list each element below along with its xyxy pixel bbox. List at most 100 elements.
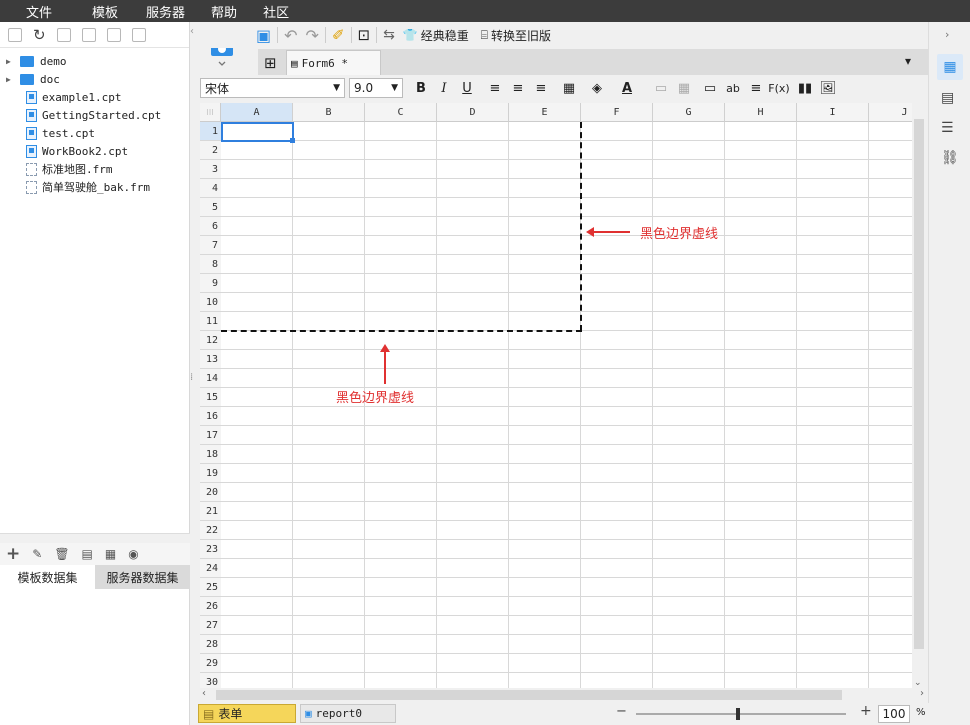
tab-menu-icon[interactable]: ▾ (905, 54, 911, 68)
select-all-corner[interactable]: ⁝⁝⁝ (200, 103, 221, 122)
row-header-16[interactable]: 16 (200, 407, 221, 426)
save-icon[interactable]: ▣ (256, 26, 271, 45)
align-center-icon[interactable]: ≡ (508, 78, 528, 98)
tree-item-test[interactable]: test.cpt (0, 124, 189, 142)
tab-template-dataset[interactable]: 模板数据集 (0, 565, 95, 589)
settings-icon[interactable] (81, 27, 96, 42)
column-header-A[interactable]: A (221, 103, 293, 122)
row-header-7[interactable]: 7 (200, 236, 221, 255)
italic-button[interactable]: I (434, 78, 454, 98)
column-header-F[interactable]: F (581, 103, 653, 122)
scroll-left-icon[interactable]: ‹ (202, 688, 206, 699)
column-header-E[interactable]: E (509, 103, 581, 122)
zoom-input[interactable]: 100 (878, 705, 910, 723)
delete-icon[interactable] (106, 27, 121, 42)
cell-element-icon[interactable]: ▦ (937, 54, 963, 80)
switch-icon[interactable]: ⇆ (383, 27, 395, 43)
font-family-select[interactable]: 宋体 ▼ (200, 78, 345, 98)
menu-community[interactable]: 社区 (263, 2, 289, 21)
add-dataset-icon[interactable]: + (6, 544, 20, 564)
format-painter-icon[interactable]: ✐ (332, 26, 345, 44)
column-header-G[interactable]: G (653, 103, 725, 122)
row-header-15[interactable]: 15 (200, 388, 221, 407)
row-header-23[interactable]: 23 (200, 540, 221, 559)
row-header-11[interactable]: 11 (200, 312, 221, 331)
menu-file[interactable]: 文件 (26, 2, 52, 21)
delete-icon[interactable]: 🗑 (54, 547, 69, 561)
scrollbar-thumb[interactable] (914, 119, 924, 649)
column-header-H[interactable]: H (725, 103, 797, 122)
tree-item-gettingstarted[interactable]: GettingStarted.cpt (0, 106, 189, 124)
row-header-27[interactable]: 27 (200, 616, 221, 635)
row-header-9[interactable]: 9 (200, 274, 221, 293)
widget-setting-icon[interactable]: ☰ (941, 120, 954, 136)
zoom-in-icon[interactable]: + (860, 703, 872, 719)
cell-attribute-icon[interactable]: ▤ (941, 90, 954, 106)
row-header-5[interactable]: 5 (200, 198, 221, 217)
sheet-tab-report0[interactable]: ▣ report0 (300, 704, 396, 723)
row-header-19[interactable]: 19 (200, 464, 221, 483)
dataset-icon[interactable]: ▦ (105, 547, 116, 561)
row-header-24[interactable]: 24 (200, 559, 221, 578)
undo-icon[interactable]: ↶ (284, 26, 297, 45)
align-right-icon[interactable]: ≡ (531, 78, 551, 98)
sheet-tab-form[interactable]: ▤ 表单 (198, 704, 296, 723)
edit-icon[interactable]: ✎ (32, 547, 42, 561)
bold-button[interactable]: B (411, 78, 431, 98)
row-header-22[interactable]: 22 (200, 521, 221, 540)
preview-icon[interactable]: ▤ (82, 547, 93, 561)
font-color-icon[interactable]: A (617, 78, 637, 98)
align-left-icon[interactable]: ≡ (485, 78, 505, 98)
horizontal-scrollbar[interactable]: ‹ › (200, 688, 926, 702)
row-header-29[interactable]: 29 (200, 654, 221, 673)
menu-template[interactable]: 模板 (92, 2, 118, 21)
row-header-17[interactable]: 17 (200, 426, 221, 445)
server-dataset-icon[interactable]: ◉ (128, 547, 138, 561)
rich-text-icon[interactable]: ≡ (746, 78, 766, 98)
row-header-13[interactable]: 13 (200, 350, 221, 369)
formula-icon[interactable]: F(x) (768, 78, 789, 98)
row-header-4[interactable]: 4 (200, 179, 221, 198)
underline-button[interactable]: U (457, 78, 477, 98)
text-icon[interactable]: ab (723, 78, 743, 98)
unmerge-cells-icon[interactable]: ▦ (674, 78, 694, 98)
zoom-out-icon[interactable]: − (616, 704, 627, 719)
open-icon[interactable] (56, 27, 71, 42)
row-header-14[interactable]: 14 (200, 369, 221, 388)
border-icon[interactable]: ▦ (559, 78, 579, 98)
row-header-28[interactable]: 28 (200, 635, 221, 654)
row-header-30[interactable]: 30 (200, 673, 221, 688)
splitter-handle-icon[interactable]: ‹ (190, 26, 196, 37)
tree-item-demo[interactable]: ▶ demo (0, 52, 189, 70)
tab-server-dataset[interactable]: 服务器数据集 (95, 565, 190, 589)
column-header-I[interactable]: I (797, 103, 869, 122)
tree-item-doc[interactable]: ▶ doc (0, 70, 189, 88)
expand-arrow-icon[interactable]: ▶ (6, 75, 14, 84)
column-header-D[interactable]: D (437, 103, 509, 122)
expand-arrow-icon[interactable]: ▶ (6, 57, 14, 66)
fill-handle[interactable] (290, 138, 295, 143)
expand-right-icon[interactable]: › (945, 28, 949, 41)
font-size-select[interactable]: 9.0 ▼ (349, 78, 403, 98)
selected-cell-a1[interactable] (221, 122, 294, 142)
refresh-icon[interactable]: ↻ (33, 26, 46, 44)
fill-color-icon[interactable]: ◈ (587, 78, 607, 98)
row-header-18[interactable]: 18 (200, 445, 221, 464)
row-header-26[interactable]: 26 (200, 597, 221, 616)
row-header-8[interactable]: 8 (200, 255, 221, 274)
column-header-J[interactable]: J (869, 103, 912, 122)
scroll-down-icon[interactable]: ⌄ (914, 678, 922, 688)
row-header-20[interactable]: 20 (200, 483, 221, 502)
scroll-right-icon[interactable]: › (920, 688, 924, 699)
column-header-B[interactable]: B (293, 103, 365, 122)
tree-item-workbook2[interactable]: WorkBook2.cpt (0, 142, 189, 160)
tab-form6[interactable]: ▤ Form6 * (286, 50, 381, 75)
template-params-icon[interactable]: ⊡ (358, 26, 371, 44)
splitter-dots-icon[interactable]: ⁞ (190, 372, 196, 383)
column-header-C[interactable]: C (365, 103, 437, 122)
row-header-2[interactable]: 2 (200, 141, 221, 160)
classic-theme-button[interactable]: 👕 经典稳重 (403, 27, 469, 44)
spreadsheet-grid[interactable]: ⁝⁝⁝ A B C D E F G H I J 1 2 3 4 5 6 7 8 9 10 11 12 13 14 15 16 17 1… (200, 103, 912, 688)
chart-icon[interactable]: ▮▮ (795, 78, 815, 98)
row-header-25[interactable]: 25 (200, 578, 221, 597)
